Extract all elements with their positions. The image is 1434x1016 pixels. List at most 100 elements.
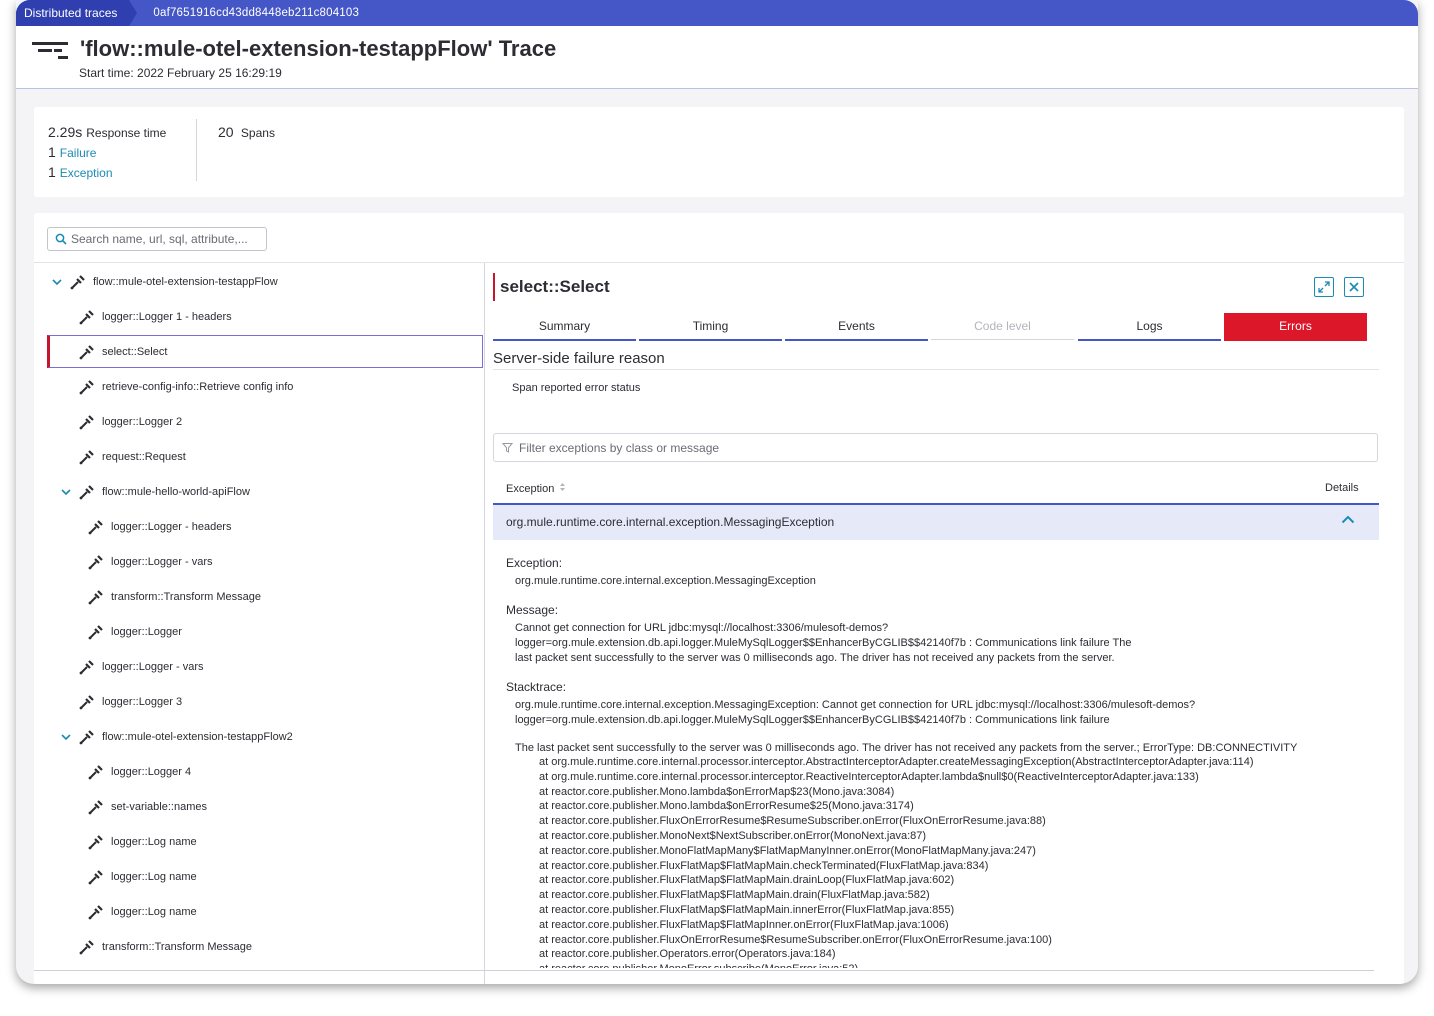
span-label: logger::Logger 1 - headers: [102, 310, 232, 323]
divider: [34, 970, 1374, 971]
chevron-down-icon[interactable]: [60, 486, 72, 498]
tab-timing[interactable]: Timing: [639, 313, 782, 341]
span-icon: [78, 728, 96, 746]
span-icon: [78, 378, 96, 396]
span-label: flow::mule-hello-world-apiFlow: [102, 485, 250, 498]
close-button[interactable]: [1344, 277, 1364, 297]
trace-details-panel: Search name, url, sql, attribute,... flo…: [34, 213, 1404, 984]
tab-logs[interactable]: Logs: [1078, 313, 1221, 341]
failure-reason: Span reported error status: [512, 382, 641, 394]
span-tree: flow::mule-otel-extension-testappFlowlog…: [34, 263, 485, 984]
divider: [493, 369, 1379, 370]
span-label: transform::Transform Message: [111, 590, 261, 603]
span-tree-item[interactable]: select::Select: [47, 335, 483, 368]
app-window: Distributed traces 0af7651916cd43dd8448e…: [16, 0, 1418, 984]
span-tree-item[interactable]: logger::Logger - headers: [47, 510, 483, 543]
span-tree-item[interactable]: logger::Log name: [47, 860, 483, 893]
span-label: logger::Logger - headers: [111, 520, 232, 533]
exception-count-value: 1: [48, 164, 56, 180]
sort-icon: [560, 483, 566, 491]
detail-tabs: Summary Timing Events Code level Logs Er…: [493, 313, 1373, 341]
span-icon: [87, 553, 105, 571]
span-tree-item[interactable]: set-variable::names: [47, 790, 483, 823]
span-count-label: Spans: [240, 126, 275, 140]
span-tree-item[interactable]: request::Request: [47, 440, 483, 473]
message-label: Message:: [506, 603, 559, 617]
search-input[interactable]: Search name, url, sql, attribute,...: [47, 227, 267, 251]
search-placeholder: Search name, url, sql, attribute,...: [71, 232, 248, 246]
span-tree-item[interactable]: logger::Log name: [47, 825, 483, 858]
exception-label: Exception:: [506, 556, 563, 570]
exception-name: org.mule.runtime.core.internal.exception…: [506, 515, 835, 529]
breadcrumb-trace-id: 0af7651916cd43dd8448eb211c804103: [153, 7, 360, 19]
span-tree-item[interactable]: flow::mule-otel-extension-testappFlow2: [47, 720, 483, 753]
span-tree-item[interactable]: logger::Logger: [47, 615, 483, 648]
span-label: select::Select: [102, 345, 168, 358]
span-tree-item[interactable]: flow::mule-otel-extension-testappFlow: [47, 265, 483, 298]
column-header-exception[interactable]: Exception: [506, 482, 566, 495]
span-icon: [87, 868, 105, 886]
span-icon: [78, 413, 96, 431]
search-icon: [55, 233, 67, 245]
section-title: Server-side failure reason: [493, 350, 665, 367]
breadcrumb-root[interactable]: Distributed traces: [16, 0, 138, 26]
span-icon: [69, 273, 87, 291]
span-tree-item[interactable]: logger::Logger - vars: [47, 650, 483, 683]
divider: [196, 119, 197, 181]
stacktrace-label: Stacktrace:: [506, 680, 567, 694]
failure-count[interactable]: 1 Failure: [48, 144, 96, 160]
close-icon: [1349, 282, 1359, 292]
response-time-label: Response time: [86, 126, 167, 140]
filter-placeholder: Filter exceptions by class or message: [519, 440, 720, 455]
tab-errors[interactable]: Errors: [1224, 313, 1367, 341]
tab-summary[interactable]: Summary: [493, 313, 636, 341]
span-label: logger::Logger 3: [102, 695, 183, 708]
span-tree-item[interactable]: logger::Log name: [47, 895, 483, 928]
tab-events[interactable]: Events: [785, 313, 928, 341]
span-tree-item[interactable]: transform::Transform Message: [47, 930, 483, 963]
span-icon: [87, 798, 105, 816]
span-label: logger::Log name: [111, 870, 197, 883]
exception-count[interactable]: 1 Exception: [48, 164, 113, 180]
span-icon: [78, 693, 96, 711]
span-tree-item[interactable]: logger::Logger - vars: [47, 545, 483, 578]
stacktrace-frames: at org.mule.runtime.core.internal.proces…: [539, 756, 1254, 968]
exception-link[interactable]: Exception: [60, 166, 113, 180]
span-icon: [78, 343, 96, 361]
chevron-down-icon[interactable]: [60, 731, 72, 743]
failure-count-value: 1: [48, 144, 56, 160]
expand-button[interactable]: [1314, 277, 1334, 297]
span-label: logger::Log name: [111, 905, 197, 918]
chevron-down-icon[interactable]: [51, 276, 63, 288]
page-title: 'flow::mule-otel-extension-testappFlow' …: [80, 36, 557, 61]
span-tree-item[interactable]: retrieve-config-info::Retrieve config in…: [47, 370, 483, 403]
exception-value: org.mule.runtime.core.internal.exception…: [515, 575, 816, 587]
span-label: logger::Logger - vars: [111, 555, 213, 568]
filter-icon: [502, 443, 513, 453]
span-icon: [78, 938, 96, 956]
span-label: flow::mule-otel-extension-testappFlow: [93, 275, 278, 288]
span-label: request::Request: [102, 450, 186, 463]
column-header-details: Details: [1325, 482, 1359, 494]
trace-icon: [32, 42, 68, 59]
span-tree-item[interactable]: logger::Logger 2: [47, 405, 483, 438]
stacktrace-cause: The last packet sent successfully to the…: [515, 742, 1298, 754]
span-tree-item[interactable]: logger::Logger 3: [47, 685, 483, 718]
exception-filter-input[interactable]: Filter exceptions by class or message: [493, 433, 1378, 462]
span-label: logger::Logger: [111, 625, 182, 638]
span-label: flow::mule-otel-extension-testappFlow2: [102, 730, 293, 743]
span-icon: [87, 763, 105, 781]
span-label: set-variable::names: [111, 800, 207, 813]
span-tree-item[interactable]: logger::Logger 4: [47, 755, 483, 788]
exception-row[interactable]: org.mule.runtime.core.internal.exception…: [493, 503, 1379, 540]
span-tree-item[interactable]: transform::Transform Message: [47, 580, 483, 613]
span-icon: [87, 623, 105, 641]
response-time: 2.29s Response time: [48, 124, 166, 140]
span-detail: select::Select Summary Timing Events Cod…: [493, 263, 1393, 968]
breadcrumb: Distributed traces 0af7651916cd43dd8448e…: [16, 0, 1418, 26]
failure-link[interactable]: Failure: [60, 146, 97, 160]
span-tree-item[interactable]: flow::mule-hello-world-apiFlow: [47, 475, 483, 508]
span-tree-item[interactable]: logger::Logger 1 - headers: [47, 300, 483, 333]
chevron-up-icon[interactable]: [1341, 515, 1355, 524]
span-icon: [87, 588, 105, 606]
